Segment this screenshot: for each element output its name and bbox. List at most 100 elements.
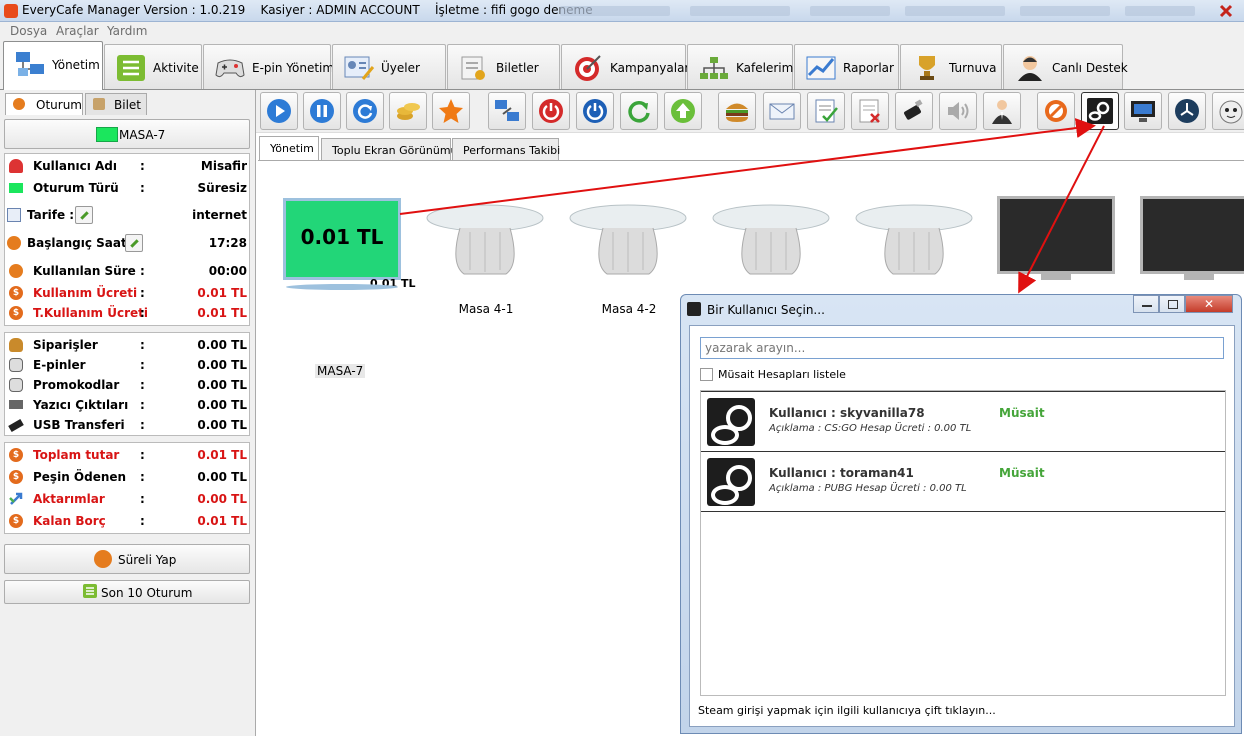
sureli-yap-button[interactable]: Süreli Yap bbox=[4, 544, 250, 574]
hierarchy-icon bbox=[700, 57, 728, 79]
info-row: $ Kalan Borç: 0.01 TL bbox=[5, 511, 251, 531]
usb-button[interactable] bbox=[895, 92, 933, 130]
info-value: 0.00 TL bbox=[197, 338, 247, 352]
menu-dosya[interactable]: Dosya bbox=[10, 24, 47, 38]
tab-label: Biletler bbox=[496, 61, 539, 75]
pause-button[interactable] bbox=[303, 92, 341, 130]
info-row: USB Transferi: 0.00 TL bbox=[5, 415, 251, 435]
available-accounts-checkbox[interactable] bbox=[700, 368, 713, 381]
subtab-bilet[interactable]: Bilet bbox=[85, 93, 147, 115]
gamepad-icon bbox=[9, 358, 23, 372]
tab-biletler[interactable]: Biletler bbox=[447, 44, 560, 89]
app-icon bbox=[4, 4, 18, 18]
upload-button[interactable] bbox=[664, 92, 702, 130]
info-row: Kullanıcı Adı: Misafir bbox=[5, 156, 251, 176]
ctab-performans[interactable]: Performans Takibi bbox=[452, 138, 560, 160]
status-badge: Müsait bbox=[999, 406, 1045, 420]
steam-button[interactable] bbox=[1081, 92, 1119, 130]
member-card-icon bbox=[344, 56, 375, 80]
station-masa-4-1[interactable]: Masa 4-1 bbox=[422, 196, 544, 326]
start-button[interactable] bbox=[260, 92, 298, 130]
ctab-yonetim[interactable]: Yönetim bbox=[259, 136, 319, 161]
gamepad-icon bbox=[215, 59, 245, 78]
list-item[interactable]: Kullanıcı : skyvanilla78 Açıklama : CS:G… bbox=[701, 391, 1225, 452]
selected-station-button[interactable]: MASA-7 bbox=[4, 119, 250, 149]
tab-aktivite[interactable]: Aktivite bbox=[104, 44, 202, 89]
tab-yonetim[interactable]: Yönetim bbox=[3, 41, 103, 90]
ctab-toplu-ekran[interactable]: Toplu Ekran Görünümü bbox=[321, 138, 458, 160]
tab-label: Kafelerim bbox=[736, 61, 794, 75]
app-title: EveryCafe Manager Version : 1.0.219 bbox=[22, 3, 246, 17]
info-value: 0.01 TL bbox=[197, 286, 247, 300]
button-label: Süreli Yap bbox=[118, 553, 177, 567]
food-order-button[interactable] bbox=[718, 92, 756, 130]
menu-araclar[interactable]: Araçlar bbox=[56, 24, 99, 38]
search-input[interactable] bbox=[700, 337, 1224, 359]
maximize-button[interactable] bbox=[1159, 295, 1185, 313]
trophy-icon bbox=[919, 56, 935, 80]
coin-icon: $ bbox=[9, 286, 23, 300]
user-icon bbox=[9, 159, 23, 173]
tariff-icon bbox=[7, 208, 21, 222]
menu-yardim[interactable]: Yardım bbox=[107, 24, 147, 38]
shutdown-button[interactable] bbox=[532, 92, 570, 130]
checklist-button[interactable] bbox=[807, 92, 845, 130]
coins-icon bbox=[397, 103, 420, 120]
list-item-desc: Açıklama : PUBG Hesap Ücreti : 0.00 TL bbox=[769, 483, 967, 494]
user-list: Kullanıcı : skyvanilla78 Açıklama : CS:G… bbox=[700, 390, 1226, 696]
tab-kampanyalar[interactable]: Kampanyalar bbox=[561, 44, 689, 89]
station-name: Masa 4-1 bbox=[458, 302, 514, 316]
tab-canli-destek[interactable]: Canlı Destek bbox=[1003, 44, 1128, 89]
monitor-icon: 0.01 TL bbox=[283, 198, 401, 280]
list-item[interactable]: Kullanıcı : toraman41 Açıklama : PUBG He… bbox=[701, 451, 1225, 512]
tab-label: Aktivite bbox=[153, 61, 199, 75]
timer-button[interactable] bbox=[1168, 92, 1206, 130]
burger-icon bbox=[726, 103, 748, 122]
tab-raporlar[interactable]: Raporlar bbox=[794, 44, 899, 89]
user-button[interactable] bbox=[983, 92, 1021, 130]
info-row: Oturum Türü: Süresiz bbox=[5, 178, 251, 198]
restart-button[interactable] bbox=[620, 92, 658, 130]
glass-table-icon bbox=[426, 204, 544, 275]
edit-start-time-button[interactable] bbox=[125, 234, 143, 252]
chart-icon bbox=[806, 56, 836, 80]
info-value: 0.01 TL bbox=[197, 514, 247, 528]
list-item-user: Kullanıcı : toraman41 bbox=[769, 466, 914, 480]
usb-icon bbox=[904, 99, 923, 120]
minimize-button[interactable] bbox=[1133, 295, 1159, 313]
close-button[interactable]: ✕ bbox=[1185, 295, 1233, 313]
mail-icon bbox=[769, 103, 795, 120]
info-key: Yazıcı Çıktıları bbox=[33, 398, 129, 412]
refresh-button[interactable] bbox=[346, 92, 384, 130]
selected-station-label: MASA-7 bbox=[119, 128, 166, 142]
info-value: 17:28 bbox=[208, 236, 247, 250]
son-10-oturum-button[interactable]: Son 10 Oturum bbox=[4, 580, 250, 604]
screen-button[interactable] bbox=[1124, 92, 1162, 130]
status-badge: Müsait bbox=[999, 466, 1045, 480]
tab-turnuva[interactable]: Turnuva bbox=[900, 44, 1002, 89]
tab-kafelerim[interactable]: Kafelerim bbox=[687, 44, 793, 89]
tab-label: Yönetim bbox=[52, 58, 100, 72]
power-on-button[interactable] bbox=[576, 92, 614, 130]
transfer-button[interactable] bbox=[488, 92, 526, 130]
message-button[interactable] bbox=[763, 92, 801, 130]
volume-button[interactable] bbox=[939, 92, 977, 130]
monitor-stand bbox=[286, 284, 398, 290]
coins-button[interactable] bbox=[389, 92, 427, 130]
favorite-button[interactable] bbox=[432, 92, 470, 130]
tab-uyeler[interactable]: Üyeler bbox=[332, 44, 446, 89]
info-value: internet bbox=[192, 208, 247, 222]
close-icon[interactable] bbox=[1212, 3, 1240, 19]
tab-label: Yönetim bbox=[270, 142, 314, 155]
info-key: Aktarımlar bbox=[33, 492, 105, 506]
mascot-button[interactable] bbox=[1212, 92, 1244, 130]
cancel-list-button[interactable] bbox=[851, 92, 889, 130]
coin-icon: $ bbox=[9, 448, 23, 462]
tab-epin[interactable]: E-pin Yönetimi bbox=[203, 44, 337, 89]
station-masa-7[interactable]: 0.01 TL 0.01 TL MASA-7 bbox=[256, 196, 416, 378]
block-button[interactable] bbox=[1037, 92, 1075, 130]
station-amount: 0.01 TL bbox=[300, 225, 384, 249]
station-masa-4-2[interactable]: Masa 4-2 bbox=[565, 196, 687, 326]
subtab-oturum[interactable]: Oturum bbox=[5, 93, 83, 115]
edit-tariff-button[interactable] bbox=[75, 206, 93, 224]
